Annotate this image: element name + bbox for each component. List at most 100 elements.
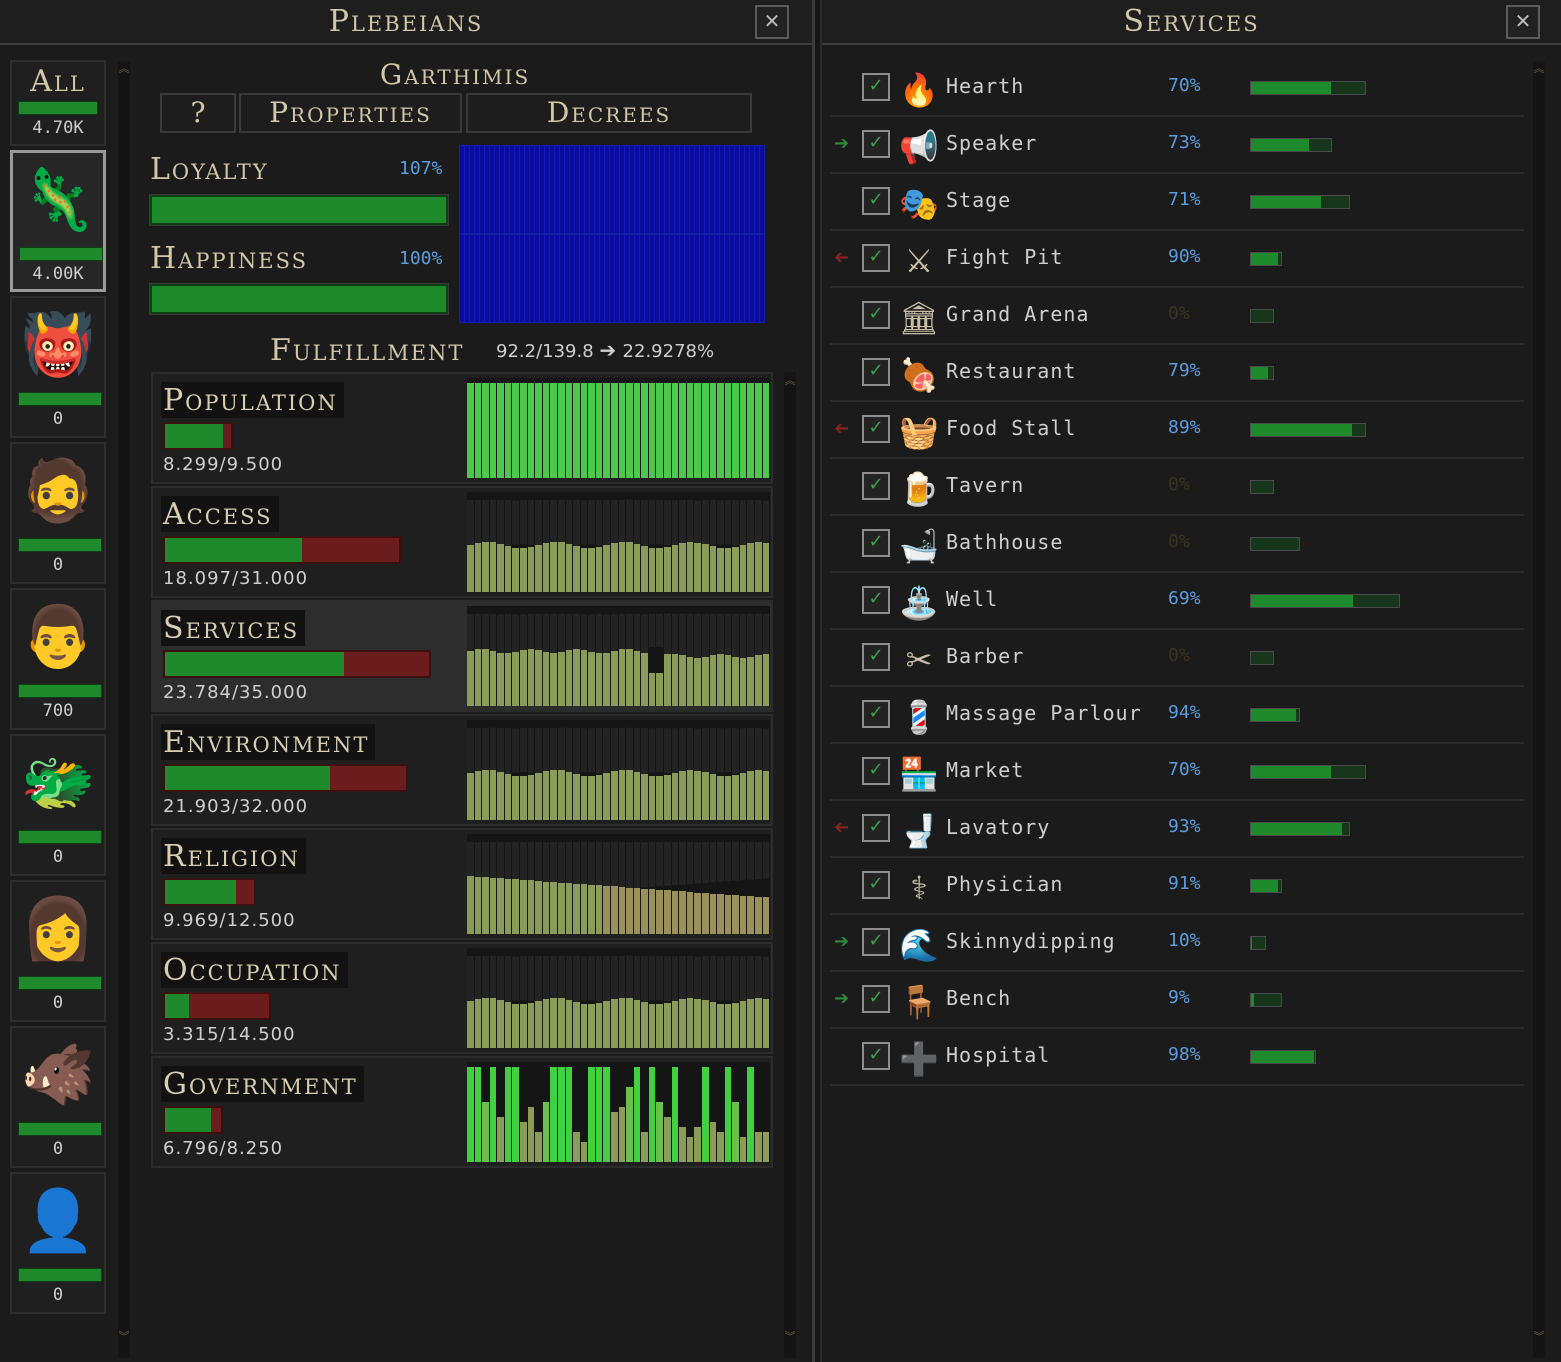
need-row-services[interactable]: Services 23.784/35.000	[151, 600, 773, 712]
need-row-access[interactable]: Access 18.097/31.000	[151, 486, 773, 598]
service-row-bathhouse[interactable]: ✓ 🛁 Bathhouse 0%	[830, 516, 1524, 573]
graph-bar	[762, 654, 770, 706]
graph-bar	[633, 1000, 641, 1048]
graph-bar	[550, 542, 557, 592]
need-row-government[interactable]: Government 6.796/8.250	[151, 1056, 773, 1168]
service-checkbox[interactable]: ✓	[862, 871, 890, 899]
scroll-down-icon[interactable]: ︾	[118, 1331, 130, 1356]
graph-bar	[512, 1003, 520, 1048]
race-crystal[interactable]: 👤 0	[10, 1172, 106, 1314]
graph-bar	[633, 383, 641, 478]
tab-properties[interactable]: Properties	[239, 93, 462, 133]
close-icon[interactable]: ✕	[1506, 5, 1540, 39]
market-icon: 🏪	[899, 755, 939, 793]
service-bar	[1250, 993, 1282, 1007]
race-argonosh[interactable]: 🦎 4.00K	[10, 150, 106, 292]
help-tab[interactable]: ?	[160, 93, 236, 133]
service-checkbox[interactable]: ✓	[862, 301, 890, 329]
needs-scrollbar[interactable]: ︽ ︾	[784, 372, 796, 1358]
race-amevia[interactable]: 👩 0	[10, 880, 106, 1022]
service-row-restaurant[interactable]: ✓ 🍖 Restaurant 79%	[830, 345, 1524, 402]
graph-bar	[694, 998, 701, 1048]
service-row-grand-arena[interactable]: ✓ 🏛 Grand Arena 0%	[830, 288, 1524, 345]
need-row-population[interactable]: Population 8.299/9.500	[151, 372, 773, 484]
service-checkbox[interactable]: ✓	[862, 928, 890, 956]
graph-bar	[542, 771, 550, 820]
service-checkbox[interactable]: ✓	[862, 985, 890, 1013]
race-all[interactable]: All 4.70K	[10, 60, 106, 146]
service-checkbox[interactable]: ✓	[862, 73, 890, 101]
service-row-food-stall[interactable]: ➔ ✓ 🧺 Food Stall 89%	[830, 402, 1524, 459]
race-dondorian[interactable]: 🧔 0	[10, 442, 106, 584]
service-row-well[interactable]: ✓ ⛲ Well 69%	[830, 573, 1524, 630]
service-row-tavern[interactable]: ✓ 🍺 Tavern 0%	[830, 459, 1524, 516]
graph-bar	[595, 1002, 603, 1048]
service-name: Grand Arena	[946, 302, 1090, 326]
need-history-graph	[467, 1062, 770, 1162]
graph-bar	[724, 894, 732, 934]
race-scrollbar[interactable]: ︽ ︾	[118, 62, 130, 1358]
service-row-speaker[interactable]: ➔ ✓ 📢 Speaker 73%	[830, 117, 1524, 174]
service-checkbox[interactable]: ✓	[862, 415, 890, 443]
service-row-skinnydipping[interactable]: ➔ ✓ 🌊 Skinnydipping 10%	[830, 915, 1524, 972]
food-stall-icon: 🧺	[899, 413, 939, 451]
scroll-up-icon[interactable]: ︽	[118, 63, 130, 88]
service-row-hospital[interactable]: ✓ ➕ Hospital 98%	[830, 1029, 1524, 1086]
service-checkbox[interactable]: ✓	[862, 472, 890, 500]
need-row-religion[interactable]: Religion 9.969/12.500	[151, 828, 773, 940]
service-checkbox[interactable]: ✓	[862, 187, 890, 215]
service-checkbox[interactable]: ✓	[862, 814, 890, 842]
service-row-stage[interactable]: ✓ 🎭 Stage 71%	[830, 174, 1524, 231]
service-row-fight-pit[interactable]: ➔ ✓ ⚔ Fight Pit 90%	[830, 231, 1524, 288]
need-row-environment[interactable]: Environment 21.903/32.000	[151, 714, 773, 826]
service-checkbox[interactable]: ✓	[862, 358, 890, 386]
graph-bar	[527, 1107, 535, 1162]
service-name: Bench	[946, 986, 1012, 1010]
service-row-hearth[interactable]: ✓ 🔥 Hearth 70%	[830, 60, 1524, 117]
service-row-physician[interactable]: ✓ ⚕ Physician 91%	[830, 858, 1524, 915]
services-scrollbar[interactable]: ︽ ︾	[1533, 62, 1545, 1358]
graph-bar	[754, 1132, 762, 1162]
close-icon[interactable]: ✕	[755, 5, 789, 39]
service-checkbox[interactable]: ✓	[862, 1042, 890, 1070]
bench-icon: 🪑	[899, 983, 939, 1021]
service-checkbox[interactable]: ✓	[862, 244, 890, 272]
plebeians-panel: Plebeians ✕ ︽ ︾ All 4.70K 🦎 4.00K 👹 0 🧔 0 👨…	[0, 0, 815, 1362]
need-value: 9.969/12.500	[163, 910, 296, 931]
service-checkbox[interactable]: ✓	[862, 700, 890, 728]
race-value: 0	[52, 409, 64, 429]
service-row-market[interactable]: ✓ 🏪 Market 70%	[830, 744, 1524, 801]
service-checkbox[interactable]: ✓	[862, 757, 890, 785]
scroll-up-icon[interactable]: ︽	[1533, 63, 1545, 88]
species-title: Garthimis	[379, 58, 531, 91]
service-row-bench[interactable]: ➔ ✓ 🪑 Bench 9%	[830, 972, 1524, 1029]
graph-bar	[656, 889, 664, 934]
scroll-up-icon[interactable]: ︽	[784, 375, 796, 400]
graph-bar	[527, 880, 535, 934]
graph-bar	[754, 542, 762, 592]
graph-bar	[610, 650, 618, 706]
tab-decrees[interactable]: Decrees	[466, 93, 752, 133]
service-checkbox[interactable]: ✓	[862, 130, 890, 158]
service-checkbox[interactable]: ✓	[862, 586, 890, 614]
service-row-barber[interactable]: ✓ ✂ Barber 0%	[830, 630, 1524, 687]
race-bar	[18, 392, 102, 406]
graph-bar	[588, 884, 595, 934]
race-human[interactable]: 👨 700	[10, 588, 106, 730]
service-checkbox[interactable]: ✓	[862, 529, 890, 557]
race-cretonian[interactable]: 🐲 0	[10, 734, 106, 876]
race-bar	[19, 247, 103, 261]
service-row-massage-parlour[interactable]: ✓ 💈 Massage Parlour 94%	[830, 687, 1524, 744]
scroll-down-icon[interactable]: ︾	[1533, 1331, 1545, 1356]
service-row-lavatory[interactable]: ➔ ✓ 🚽 Lavatory 93%	[830, 801, 1524, 858]
scroll-down-icon[interactable]: ︾	[784, 1331, 796, 1356]
graph-bar	[679, 542, 686, 592]
graph-bar	[694, 542, 701, 592]
race-tilapi[interactable]: 🐗 0	[10, 1026, 106, 1168]
graph-bar	[633, 772, 641, 820]
fulfillment-value: 92.2/139.8 ➔ 22.9278%	[496, 338, 714, 362]
race-garthimi[interactable]: 👹 0	[10, 296, 106, 438]
graph-bar	[603, 1000, 610, 1048]
need-row-occupation[interactable]: Occupation 3.315/14.500	[151, 942, 773, 1054]
service-checkbox[interactable]: ✓	[862, 643, 890, 671]
